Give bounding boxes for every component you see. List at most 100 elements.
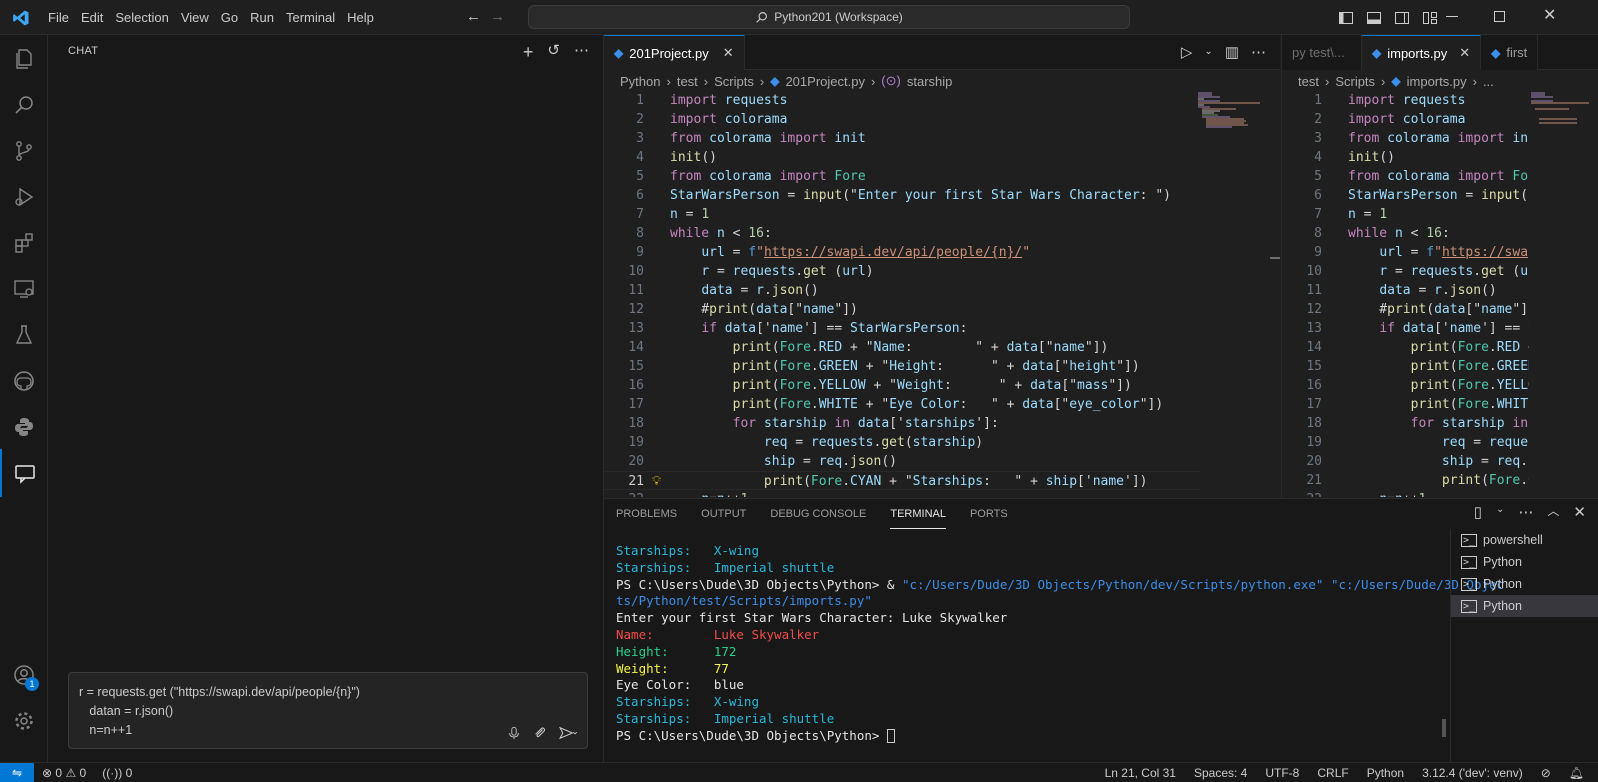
panel-more-icon[interactable]: ⋯: [1518, 505, 1533, 520]
command-center[interactable]: Python201 (Workspace): [528, 5, 1130, 29]
code-line[interactable]: 13 if data['name'] == StarWarsPerson:: [604, 319, 1200, 338]
remote-indicator-icon[interactable]: ⇋: [0, 763, 34, 782]
history-icon[interactable]: ↺: [547, 43, 560, 61]
code-line[interactable]: 14 print(Fore.RED + "Name: " + data["nam…: [1282, 338, 1529, 357]
code-editor[interactable]: 1 import requests 2 import colorama 3 from co…: [604, 91, 1200, 497]
breadcrumb-item[interactable]: ...: [1483, 74, 1494, 89]
code-line[interactable]: 7 n = 1: [604, 205, 1200, 224]
customize-layout-icon[interactable]: [1422, 10, 1438, 26]
code-line[interactable]: 20 ship = req.json(): [1282, 452, 1529, 471]
code-line[interactable]: 12 #print(data["name"]): [604, 300, 1200, 319]
code-line[interactable]: 4 init(): [604, 148, 1200, 167]
remote-explorer-icon[interactable]: [0, 265, 48, 313]
maximize-panel-chevron-icon[interactable]: ︿: [1547, 505, 1559, 520]
code-line[interactable]: 19 req = requests.get(starship): [604, 433, 1200, 452]
split-terminal-icon[interactable]: ▯: [1474, 505, 1482, 520]
tab-test-file[interactable]: py test\...: [1282, 35, 1362, 70]
minimize-icon[interactable]: [1446, 16, 1458, 17]
code-line[interactable]: 3 from colorama import init: [1282, 129, 1529, 148]
tab-201project[interactable]: ◆ 201Project.py ✕: [604, 35, 745, 70]
tab-first[interactable]: ◆ first: [1481, 35, 1539, 70]
breadcrumb-item[interactable]: starship: [907, 74, 953, 89]
code-line[interactable]: 17 print(Fore.WHITE + "Eye Color: " + da…: [1282, 395, 1529, 414]
menu-edit[interactable]: Edit: [75, 0, 109, 35]
attach-paperclip-icon[interactable]: [533, 726, 547, 740]
run-python-file-icon[interactable]: ▷: [1181, 45, 1193, 60]
code-line[interactable]: 17 print(Fore.WHITE + "Eye Color: " + da…: [604, 395, 1200, 414]
editor-more-icon[interactable]: ⋯: [1251, 45, 1266, 60]
close-tab-icon[interactable]: ✕: [1459, 45, 1470, 61]
send-icon[interactable]: [559, 726, 577, 740]
terminal-scrollbar-thumb[interactable]: [1442, 719, 1446, 737]
python-interpreter[interactable]: 3.12.4 ('dev': venv): [1422, 766, 1523, 780]
code-line[interactable]: 9 url = f"https://swapi.dev/api/people/{…: [1282, 243, 1529, 262]
code-line[interactable]: 21 print(Fore.CYAN + "Starships: " + shi…: [1282, 471, 1529, 490]
terminal-item[interactable]: >_ Python: [1451, 573, 1598, 595]
breadcrumb-item[interactable]: test: [677, 74, 698, 89]
ports-status[interactable]: ((·)) 0: [102, 766, 132, 780]
menu-selection[interactable]: Selection: [109, 0, 174, 35]
terminal-item[interactable]: >_ powershell: [1451, 529, 1598, 551]
code-line[interactable]: 2 import colorama: [1282, 110, 1529, 129]
code-line[interactable]: 10 r = requests.get (url): [604, 262, 1200, 281]
menu-terminal[interactable]: Terminal: [280, 0, 341, 35]
code-line[interactable]: 22 n=n++1: [604, 490, 1200, 497]
notifications-bell-icon[interactable]: 🔔︎: [1569, 766, 1584, 780]
menu-file[interactable]: File: [42, 0, 75, 35]
breadcrumb-item[interactable]: Scripts: [714, 74, 754, 89]
search-view-icon[interactable]: [0, 81, 48, 129]
toggle-secondary-sidebar-icon[interactable]: [1394, 10, 1410, 26]
code-line[interactable]: 16 print(Fore.YELLOW + "Weight: " + data…: [604, 376, 1200, 395]
terminal-item[interactable]: >_ Python: [1451, 551, 1598, 573]
vscode-logo-icon[interactable]: [12, 9, 30, 30]
code-line[interactable]: 12 #print(data["name"]): [1282, 300, 1529, 319]
forward-arrow-icon[interactable]: →: [490, 9, 505, 24]
split-editor-icon[interactable]: ▥: [1225, 45, 1239, 60]
code-line[interactable]: 18 for starship in data['starships']:: [604, 414, 1200, 433]
code-line[interactable]: 22 n=n++1: [1282, 490, 1529, 497]
code-line[interactable]: 15 print(Fore.GREEN + "Height: " + data[…: [604, 357, 1200, 376]
breadcrumb-item[interactable]: Scripts: [1335, 74, 1375, 89]
code-editor[interactable]: 1 import requests 2 import colorama 3 from co…: [1282, 91, 1529, 497]
problems-status[interactable]: ⊗ 0 ⚠ 0: [42, 766, 86, 780]
code-line[interactable]: 18 for starship in data['starships']:: [1282, 414, 1529, 433]
minimap[interactable]: [1196, 91, 1266, 151]
code-line[interactable]: 6 StarWarsPerson = input("Enter your firs…: [604, 186, 1200, 205]
cursor-position[interactable]: Ln 21, Col 31: [1105, 766, 1176, 780]
chat-input[interactable]: r = requests.get ("https://swapi.dev/api…: [68, 672, 588, 749]
code-line[interactable]: 14 print(Fore.RED + "Name: " + data["nam…: [604, 338, 1200, 357]
terminal-dropdown-chevron-icon[interactable]: ⌄: [1496, 505, 1504, 520]
menu-go[interactable]: Go: [215, 0, 244, 35]
code-line[interactable]: 9 url = f"https://swapi.dev/api/people/{…: [604, 243, 1200, 262]
code-line[interactable]: 20 ship = req.json(): [604, 452, 1200, 471]
code-line[interactable]: 11 data = r.json(): [604, 281, 1200, 300]
python-icon[interactable]: [0, 403, 48, 451]
line-endings[interactable]: CRLF: [1317, 766, 1348, 780]
code-line[interactable]: 1 import requests: [1282, 91, 1529, 110]
close-panel-icon[interactable]: ✕: [1573, 505, 1586, 520]
explorer-icon[interactable]: [0, 35, 48, 83]
breadcrumb-item[interactable]: Python: [620, 74, 660, 89]
chat-icon[interactable]: [0, 449, 48, 497]
run-debug-icon[interactable]: [0, 173, 48, 221]
github-icon[interactable]: [0, 357, 48, 405]
tab-imports[interactable]: ◆ imports.py ✕: [1362, 35, 1482, 70]
menu-view[interactable]: View: [175, 0, 215, 35]
minimap[interactable]: [1529, 91, 1598, 131]
maximize-icon[interactable]: [1494, 11, 1505, 22]
extensions-icon[interactable]: [0, 219, 48, 267]
toggle-sidebar-icon[interactable]: [1338, 10, 1354, 26]
scrollbar-thumb[interactable]: [1270, 257, 1280, 259]
source-control-icon[interactable]: [0, 127, 48, 175]
close-tab-icon[interactable]: ✕: [723, 45, 734, 61]
code-line[interactable]: 13 if data['name'] == StarWarsPerson:: [1282, 319, 1529, 338]
tab-terminal[interactable]: TERMINAL: [890, 499, 946, 529]
menu-run[interactable]: Run: [244, 0, 280, 35]
breadcrumb-item[interactable]: imports.py: [1407, 74, 1467, 89]
tab-output[interactable]: OUTPUT: [701, 499, 746, 529]
run-dropdown-chevron-icon[interactable]: ⌄: [1204, 47, 1212, 57]
accounts-icon[interactable]: [0, 651, 48, 699]
microphone-icon[interactable]: [507, 726, 521, 740]
encoding[interactable]: UTF-8: [1265, 766, 1299, 780]
tab-ports[interactable]: PORTS: [970, 499, 1008, 529]
